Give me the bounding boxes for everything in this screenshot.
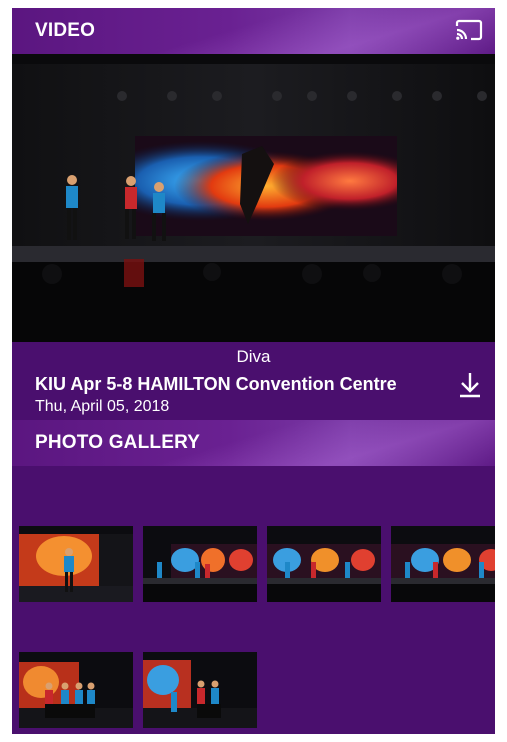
photo-gallery-header: PHOTO GALLERY (12, 420, 495, 466)
video-player[interactable] (12, 54, 495, 342)
video-title: KIU Apr 5-8 HAMILTON Convention Centre (35, 374, 397, 394)
gallery-photo-2[interactable] (143, 526, 257, 602)
app-screen: VIDEO Diva KIU Apr 5-8 HAMILTON Conventi… (12, 8, 495, 734)
video-section-header: VIDEO (12, 8, 495, 54)
gallery-photo-6[interactable] (143, 652, 257, 728)
photo-gallery-title: PHOTO GALLERY (35, 432, 201, 453)
video-section-title: VIDEO (35, 20, 96, 41)
video-info: Diva KIU Apr 5-8 HAMILTON Convention Cen… (12, 342, 495, 420)
video-frame (12, 54, 495, 342)
download-icon[interactable] (457, 371, 483, 399)
cast-icon[interactable] (455, 18, 483, 42)
gallery-photo-4[interactable] (391, 526, 495, 602)
gallery-photo-5[interactable] (19, 652, 133, 728)
video-subtitle: Diva (236, 347, 271, 366)
video-date: Thu, April 05, 2018 (35, 398, 170, 415)
gallery-photo-1[interactable] (19, 526, 133, 602)
gallery-photo-3[interactable] (267, 526, 381, 602)
